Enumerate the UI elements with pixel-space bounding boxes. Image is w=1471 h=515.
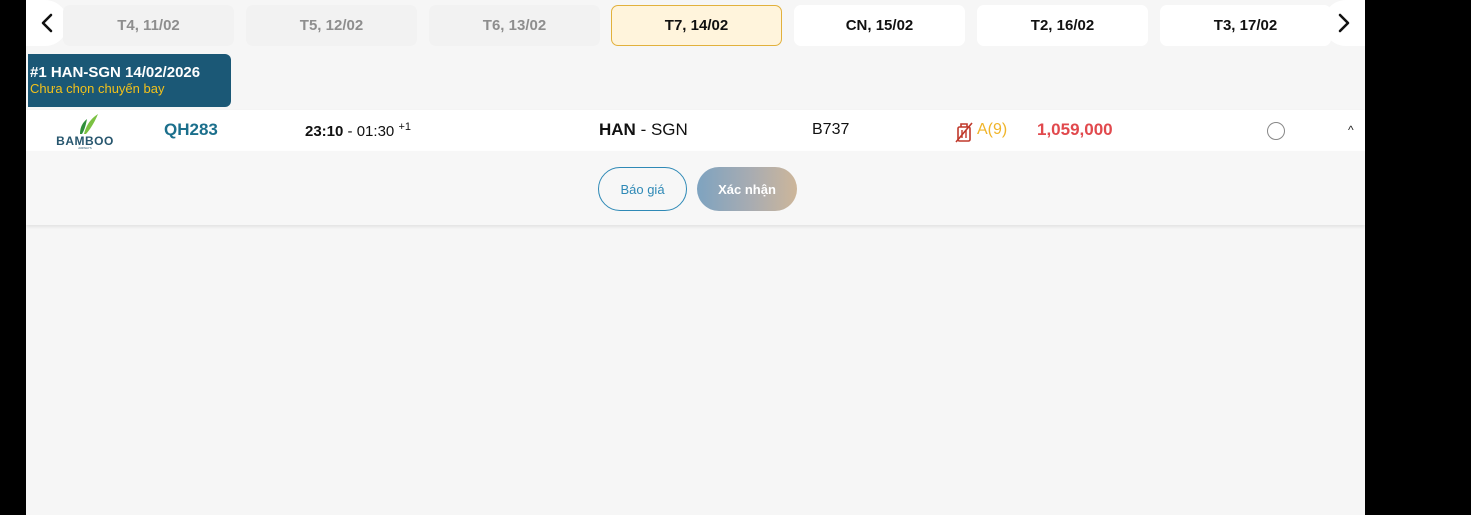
aircraft-type: B737	[812, 121, 850, 138]
confirm-button[interactable]: Xác nhận	[697, 167, 797, 211]
flight-row[interactable]: BAMBOO AIRWAYS QH283 23:10 - 01:30 +1 HA…	[26, 110, 1365, 151]
date-selector-bar: T4, 11/02 T5, 12/02 T6, 13/02 T7, 14/02 …	[26, 0, 1365, 48]
leg-status: Chưa chọn chuyến bay	[30, 81, 165, 96]
date-tab[interactable]: T3, 17/02	[1160, 5, 1331, 46]
bamboo-leaf-icon	[80, 114, 98, 134]
fare-class: A(9)	[977, 121, 1008, 138]
route-separator: -	[635, 120, 651, 139]
select-flight-radio[interactable]	[1267, 122, 1285, 140]
flight-number: QH283	[164, 120, 218, 139]
prev-dates-button[interactable]	[26, 0, 68, 46]
flight-search-panel: T4, 11/02 T5, 12/02 T6, 13/02 T7, 14/02 …	[26, 0, 1365, 515]
time-separator: -	[343, 123, 357, 140]
airline-logo: BAMBOO AIRWAYS	[54, 112, 118, 150]
date-tab-selected[interactable]: T7, 14/02	[611, 5, 782, 46]
flight-leg-label: #1 HAN-SGN 14/02/2026 Chưa chọn chuyến b…	[28, 54, 231, 107]
date-tab[interactable]: CN, 15/02	[794, 5, 965, 46]
date-tab[interactable]: T2, 16/02	[977, 5, 1148, 46]
next-dates-button[interactable]	[1323, 0, 1365, 46]
destination-code: SGN	[650, 120, 688, 139]
flight-times: 23:10 - 01:30 +1	[305, 121, 411, 140]
date-tab: T6, 13/02	[429, 5, 600, 46]
day-offset: +1	[398, 121, 411, 133]
quote-button[interactable]: Báo giá	[598, 167, 687, 211]
action-panel: Báo giá Xác nhận	[26, 151, 1365, 225]
departure-time: 23:10	[305, 123, 344, 140]
airline-logo-subtext: AIRWAYS	[78, 146, 92, 150]
chevron-right-icon	[1338, 13, 1350, 33]
flight-route: HAN - SGN	[599, 120, 688, 140]
flight-price: 1,059,000	[1037, 120, 1113, 139]
arrival-time: 01:30	[356, 123, 395, 140]
collapse-details-icon[interactable]: ^	[1348, 123, 1354, 137]
date-tab: T5, 12/02	[246, 5, 417, 46]
no-baggage-icon	[955, 122, 973, 143]
origin-code: HAN	[599, 120, 636, 139]
date-tab: T4, 11/02	[63, 5, 234, 46]
chevron-left-icon	[41, 13, 53, 33]
leg-title: #1 HAN-SGN 14/02/2026	[30, 64, 201, 81]
